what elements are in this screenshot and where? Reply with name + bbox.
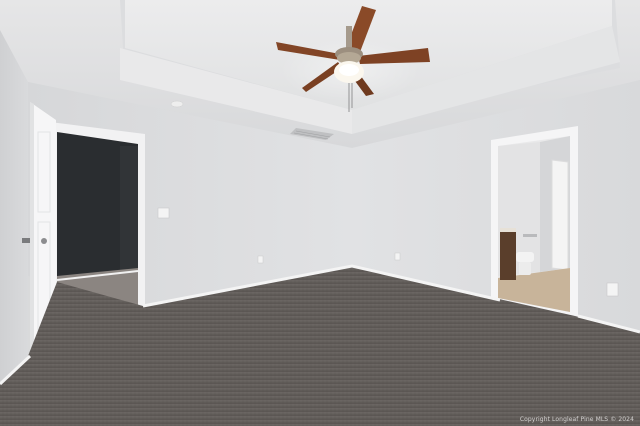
- vanity-cabinet: [500, 228, 516, 280]
- closet-opening: [50, 122, 145, 308]
- watermark-text: Copyright Longleaf Pine MLS © 2024: [519, 416, 634, 423]
- outlet-icon: [606, 282, 619, 297]
- room-photo: Copyright Longleaf Pine MLS © 2024: [0, 0, 640, 426]
- outlet-icon: [257, 255, 264, 264]
- bathroom-doorway: [491, 126, 578, 318]
- left-wall: [0, 30, 28, 384]
- room-illustration: [0, 0, 640, 426]
- smoke-detector-icon: [170, 100, 184, 108]
- light-switch-icon: [157, 207, 170, 219]
- outlet-icon: [394, 252, 401, 261]
- door-knob-icon: [41, 238, 47, 244]
